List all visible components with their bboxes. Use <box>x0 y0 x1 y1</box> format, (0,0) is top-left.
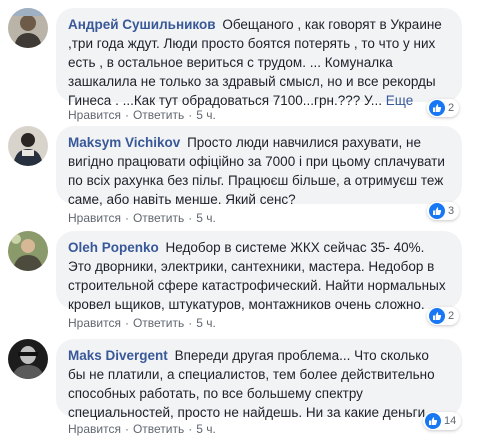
comment-actions: Нравится · Ответить · 5 ч. <box>68 316 216 330</box>
like-link[interactable]: Нравится <box>68 211 121 225</box>
reply-link[interactable]: Ответить <box>133 108 184 122</box>
reaction-number: 14 <box>444 415 457 427</box>
like-icon <box>429 203 445 219</box>
profile-photo-icon <box>8 231 48 271</box>
avatar[interactable] <box>8 339 48 379</box>
timestamp[interactable]: 5 ч. <box>196 108 216 122</box>
like-link[interactable]: Нравится <box>68 316 121 330</box>
timestamp[interactable]: 5 ч. <box>196 422 216 436</box>
comment-author[interactable]: Андрей Сушильников <box>68 17 216 32</box>
reaction-count[interactable]: 2 <box>427 307 460 325</box>
comment-bubble: Oleh Popenko Недобор в системе ЖКХ сейча… <box>56 231 462 312</box>
reply-link[interactable]: Ответить <box>133 316 184 330</box>
like-icon <box>425 413 441 429</box>
reply-link[interactable]: Ответить <box>133 422 184 436</box>
avatar[interactable] <box>8 126 48 166</box>
comment-bubble: Андрей Сушильников Обещаного , как говор… <box>56 8 462 108</box>
reply-link[interactable]: Ответить <box>133 211 184 225</box>
avatar[interactable] <box>8 231 48 271</box>
comment-bubble: Maksym Vichikov Просто люди навчилися ра… <box>56 126 462 207</box>
profile-photo-icon <box>8 8 48 48</box>
timestamp[interactable]: 5 ч. <box>196 211 216 225</box>
timestamp[interactable]: 5 ч. <box>196 316 216 330</box>
reaction-count[interactable]: 3 <box>427 202 460 220</box>
avatar[interactable] <box>8 8 48 48</box>
comment-bubble: Maks Divergent Впереди другая проблема..… <box>56 339 462 420</box>
like-link[interactable]: Нравится <box>68 422 121 436</box>
reaction-count[interactable]: 14 <box>423 412 462 430</box>
profile-photo-icon <box>8 126 48 166</box>
profile-photo-icon <box>8 339 48 379</box>
reaction-number: 2 <box>448 310 455 322</box>
reaction-count[interactable]: 2 <box>427 99 460 117</box>
comment-actions: Нравится · Ответить · 5 ч. <box>68 422 216 436</box>
comment-actions: Нравится · Ответить · 5 ч. <box>68 211 216 225</box>
like-icon <box>429 100 445 116</box>
comment-author[interactable]: Oleh Popenko <box>68 240 159 255</box>
see-more-link[interactable]: Еще <box>386 93 413 108</box>
like-link[interactable]: Нравится <box>68 108 121 122</box>
like-icon <box>429 308 445 324</box>
reaction-number: 2 <box>448 102 455 114</box>
reaction-number: 3 <box>448 205 455 217</box>
comment-author[interactable]: Maksym Vichikov <box>68 135 180 150</box>
comment-actions: Нравится · Ответить · 5 ч. <box>68 108 216 122</box>
comment-author[interactable]: Maks Divergent <box>68 348 168 363</box>
